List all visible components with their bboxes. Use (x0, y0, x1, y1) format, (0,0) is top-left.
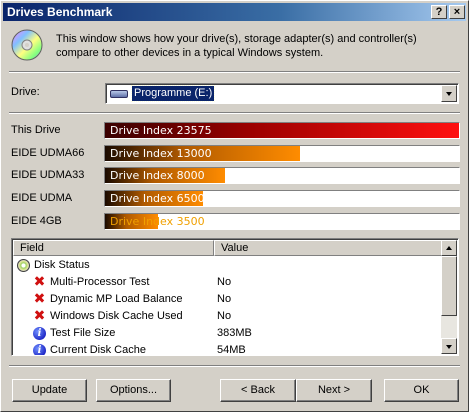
benchmark-index-text: Drive Index 6500 (110, 192, 205, 205)
close-button[interactable]: × (449, 5, 465, 19)
cd-disc-icon (11, 29, 43, 61)
list-item[interactable]: ✖ Windows Disk Cache Used No (13, 308, 443, 325)
list-item-field: Windows Disk Cache Used (50, 310, 183, 322)
list-item-value: 54MB (217, 344, 246, 356)
list-item-field: Dynamic MP Load Balance (50, 293, 183, 305)
benchmark-bar-track: Drive Index 13000 (104, 145, 460, 162)
benchmark-bar-track: Drive Index 8000 (104, 167, 460, 184)
benchmark-index-text: Drive Index 23575 (110, 124, 212, 137)
ok-button[interactable]: OK (384, 379, 459, 402)
info-icon: i (33, 344, 46, 355)
arrow-up-icon (446, 246, 452, 250)
drive-label: Drive: (11, 86, 40, 98)
list-item[interactable]: ✖ Multi-Processor Test No (13, 274, 443, 291)
list-item-value: No (217, 276, 232, 288)
list-item-value: No (217, 293, 232, 305)
benchmark-label: EIDE UDMA66 (11, 147, 85, 159)
benchmark-label: EIDE 4GB (11, 215, 62, 227)
column-header-value[interactable]: Value (214, 240, 442, 256)
window-title: Drives Benchmark (7, 5, 113, 19)
scroll-down-button[interactable] (441, 338, 457, 354)
back-button[interactable]: < Back (220, 379, 296, 402)
intro-text: This window shows how your drive(s), sto… (56, 33, 417, 59)
red-x-icon: ✖ (33, 291, 46, 307)
drive-select-dropdown-button[interactable] (441, 85, 457, 102)
benchmark-bar-track: Drive Index 23575 (104, 122, 460, 139)
red-x-icon: ✖ (33, 308, 46, 324)
disk-status-icon (17, 259, 30, 272)
list-item-value: No (217, 310, 232, 322)
column-header-field[interactable]: Field (13, 240, 214, 256)
benchmark-index-text: Drive Index 3500 (110, 215, 205, 228)
vertical-scrollbar[interactable] (441, 240, 457, 354)
benchmark-label: EIDE UDMA33 (11, 169, 85, 181)
list-item-field: Multi-Processor Test (50, 276, 150, 288)
list-item-value: 383MB (217, 327, 252, 339)
top-separator (9, 71, 460, 73)
red-x-icon: ✖ (33, 274, 46, 290)
options-button[interactable]: Options... (96, 379, 171, 402)
list-item[interactable]: i Current Disk Cache 54MB (13, 342, 443, 356)
title-bar[interactable]: Drives Benchmark ? × (3, 3, 466, 21)
benchmark-label: EIDE UDMA (11, 192, 73, 204)
info-icon: i (33, 327, 46, 340)
bottom-separator (9, 365, 460, 367)
list-item-field: Disk Status (34, 259, 90, 271)
scroll-up-button[interactable] (441, 240, 457, 256)
drive-select[interactable]: Programme (E:) (105, 83, 459, 104)
list-item-field: Test File Size (50, 327, 116, 339)
list-item[interactable]: i Test File Size 383MB (13, 325, 443, 342)
arrow-down-icon (446, 345, 452, 349)
benchmark-bar-track: Drive Index 6500 (104, 190, 460, 207)
drive-icon (110, 90, 128, 98)
update-button[interactable]: Update (12, 379, 87, 402)
chevron-down-icon (446, 92, 452, 96)
list-item[interactable]: ✖ Dynamic MP Load Balance No (13, 291, 443, 308)
next-button[interactable]: Next > (296, 379, 372, 402)
drives-benchmark-window: Drives Benchmark ? × This window shows h… (0, 0, 469, 412)
drive-select-value: Programme (E:) (130, 85, 216, 102)
benchmark-label: This Drive (11, 124, 61, 136)
list-item-field: Current Disk Cache (50, 344, 146, 356)
list-item[interactable]: Disk Status (13, 257, 443, 274)
benchmark-index-text: Drive Index 13000 (110, 147, 212, 160)
benchmark-index-text: Drive Index 8000 (110, 169, 205, 182)
benchmark-bar-track: Drive Index 3500 (104, 213, 460, 230)
mid-separator (9, 112, 460, 114)
help-button[interactable]: ? (431, 5, 447, 19)
scroll-thumb[interactable] (441, 256, 457, 316)
results-list[interactable]: Field Value Disk Status ✖ Multi-Processor … (11, 238, 459, 356)
